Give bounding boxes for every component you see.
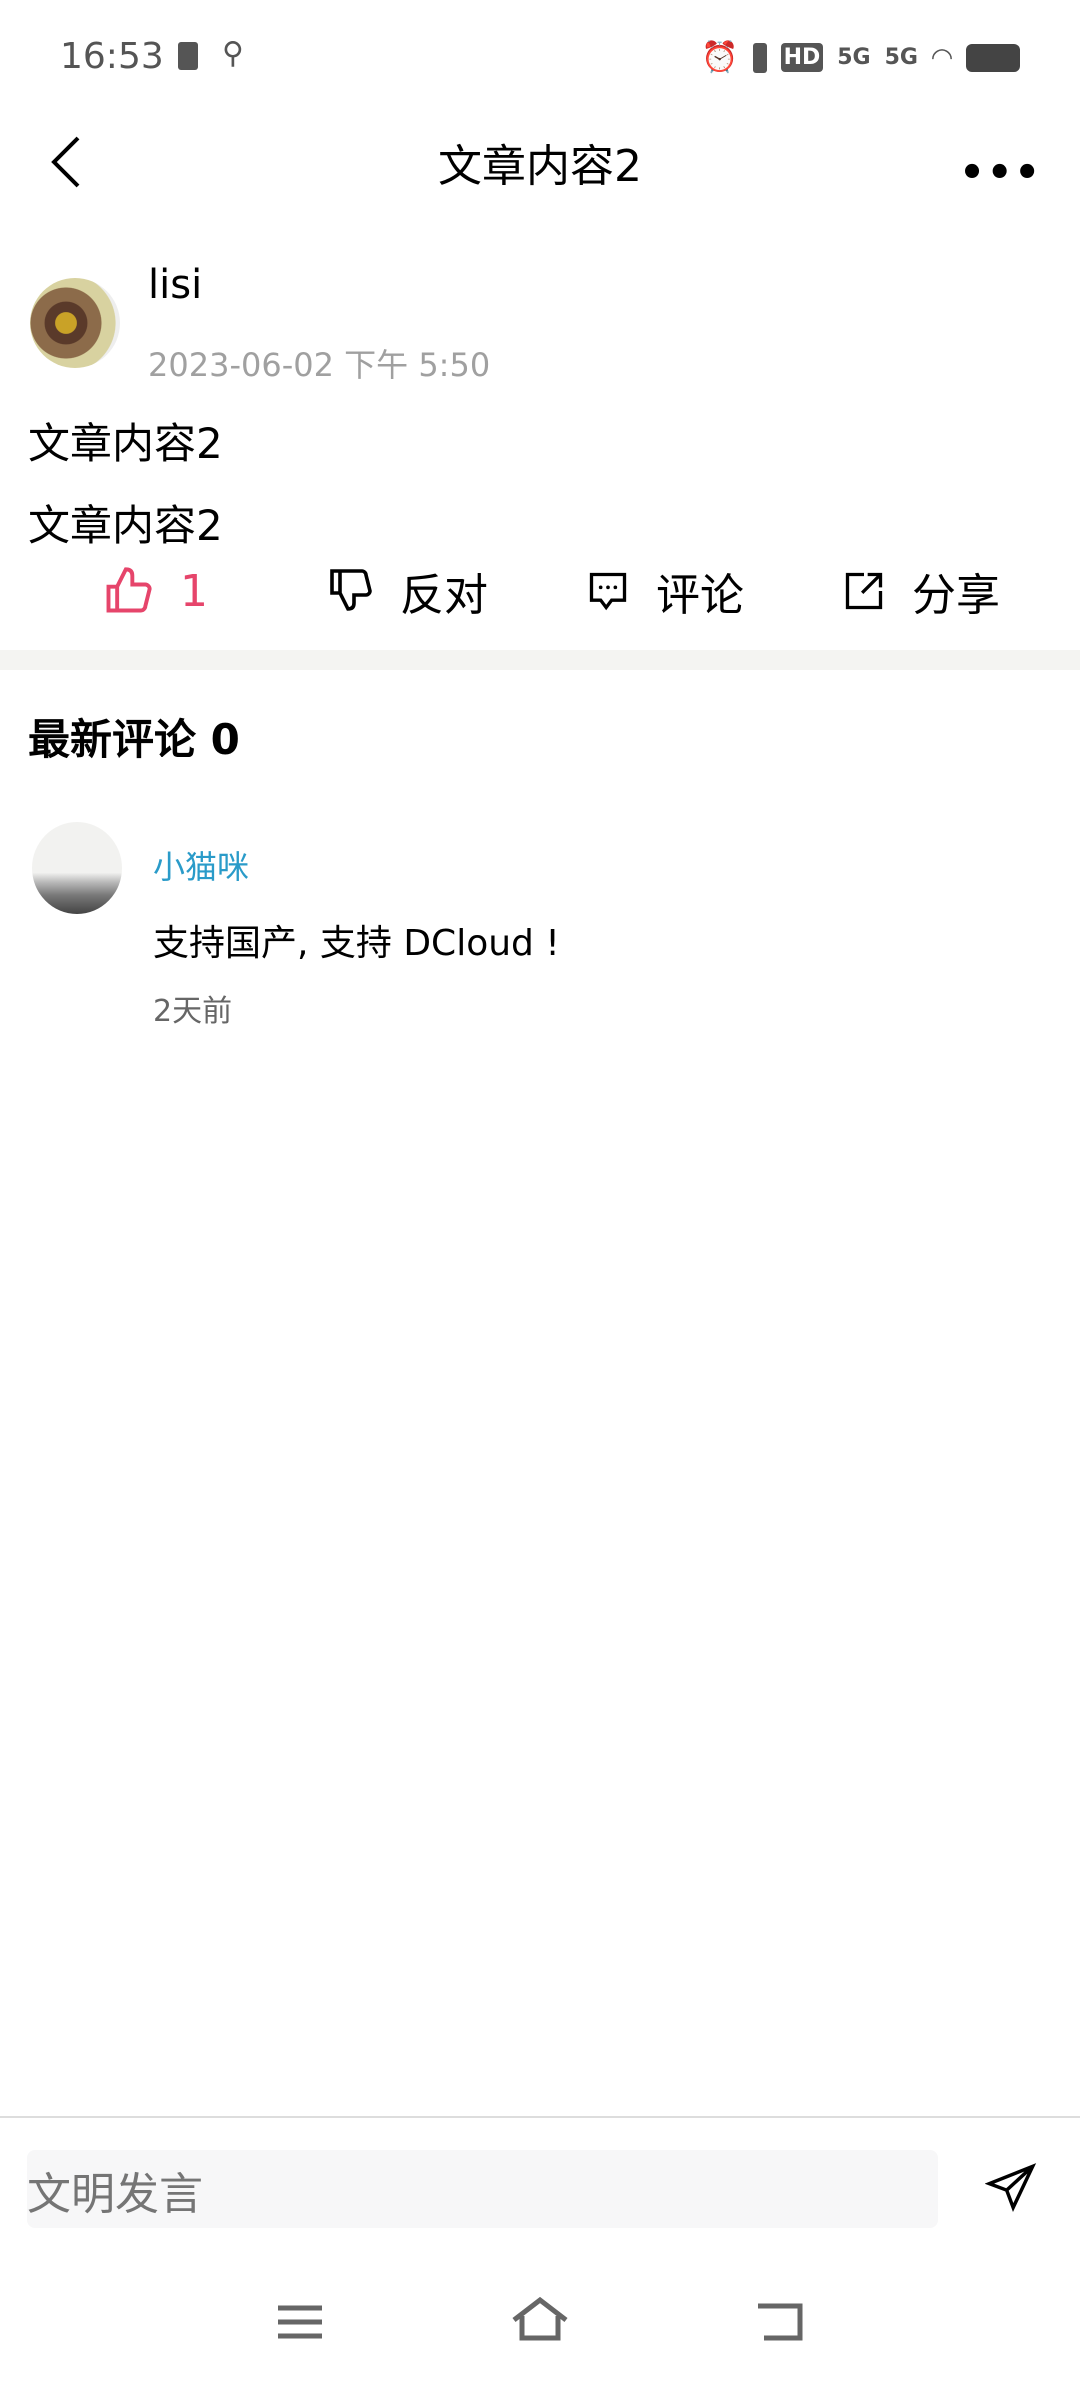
comment-text: 支持国产, 支持 DCloud ! xyxy=(153,923,560,964)
like-count: 1 xyxy=(180,565,208,617)
system-nav-bar xyxy=(0,2290,1080,2360)
action-bar: 1 反对 评论 分享 xyxy=(0,556,1080,626)
author-avatar[interactable] xyxy=(30,278,120,368)
share-icon xyxy=(845,572,883,610)
oppose-button[interactable]: 反对 xyxy=(326,556,488,626)
wifi-icon: ◠ xyxy=(932,42,952,73)
comments-title: 最新评论 0 xyxy=(28,715,240,764)
comment-time: 2天前 xyxy=(153,994,233,1029)
comment-input[interactable] xyxy=(27,2150,938,2228)
home-icon[interactable] xyxy=(510,2296,570,2342)
post-content-line: 文章内容2 xyxy=(28,419,223,468)
more-icon: ••• xyxy=(959,150,1042,196)
status-icons: ⏰ HD 5G 5G ◠ xyxy=(701,40,1020,75)
send-button[interactable] xyxy=(984,2162,1037,2218)
clipboard-check-icon xyxy=(178,42,198,70)
thumbs-down-icon xyxy=(330,569,372,611)
alarm-icon: ⏰ xyxy=(701,40,739,75)
share-label: 分享 xyxy=(912,570,1000,621)
oppose-label: 反对 xyxy=(400,570,488,621)
commenter-avatar[interactable] xyxy=(32,822,122,914)
usb-icon: ⚲ xyxy=(222,36,244,71)
comment-label: 评论 xyxy=(656,570,744,621)
back-nav-icon[interactable] xyxy=(754,2300,806,2344)
like-button[interactable]: 1 xyxy=(102,556,208,626)
section-divider xyxy=(0,650,1080,670)
page-title: 文章内容2 xyxy=(438,141,642,192)
divider xyxy=(0,2116,1080,2118)
more-button[interactable]: ••• xyxy=(959,150,1042,196)
status-time: 16:53 xyxy=(60,36,164,77)
hd-icon: HD xyxy=(780,43,824,72)
battery-icon xyxy=(966,43,1020,72)
comment-button[interactable]: 评论 xyxy=(586,556,744,626)
menu-icon[interactable] xyxy=(276,2302,324,2342)
post-content-line: 文章内容2 xyxy=(28,501,223,550)
signal-5g-icon: 5G xyxy=(837,45,871,70)
signal-5g-icon: 5G xyxy=(884,45,918,70)
status-bar: 16:53 ⚲ ⏰ HD 5G 5G ◠ xyxy=(0,0,1080,120)
post-date: 2023-06-02 下午 5:50 xyxy=(148,346,491,384)
commenter-name[interactable]: 小猫咪 xyxy=(153,842,249,888)
vibrate-icon xyxy=(752,42,767,73)
share-button[interactable]: 分享 xyxy=(842,556,1000,626)
comment-icon xyxy=(589,572,627,611)
thumbs-up-icon xyxy=(106,567,152,613)
send-icon xyxy=(984,2163,1037,2212)
author-name[interactable]: lisi xyxy=(148,262,202,308)
